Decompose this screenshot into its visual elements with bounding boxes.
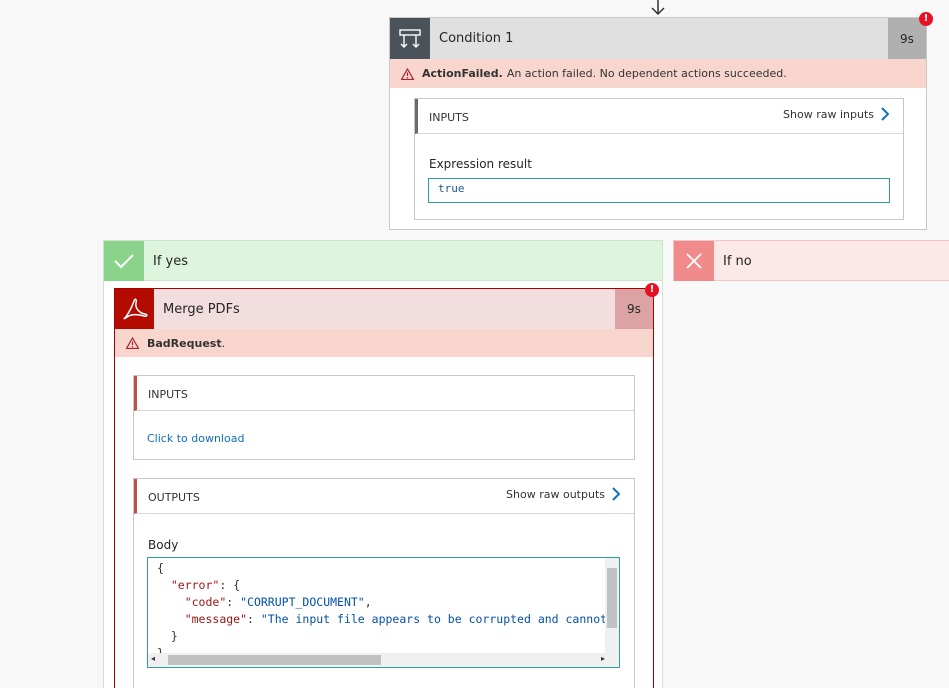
warning-icon [126,337,139,349]
merge-outputs-header[interactable]: OUTPUTS Show raw outputs [134,479,634,514]
if-yes-label: If yes [153,254,189,269]
merge-pdfs-error-banner: BadRequest. [115,329,653,357]
json-inner-close: } [170,629,178,643]
merge-pdfs-error-badge-icon: ! [645,283,659,297]
condition-header[interactable]: Condition 1 9s [390,18,926,59]
json-error-key: "error" [170,578,220,592]
body-label: Body [148,538,179,552]
chevron-right-icon [612,487,620,501]
vertical-scrollbar[interactable] [605,558,619,654]
json-message-value: "The input file appears to be corrupted … [260,612,606,626]
json-error-open: : { [219,578,241,592]
condition-card[interactable]: Condition 1 9s ! ActionFailed. An action… [389,12,933,230]
scroll-right-arrow-icon[interactable]: ▸ [601,654,605,663]
merge-pdfs-title: Merge PDFs [163,302,240,317]
adobe-acrobat-icon [115,289,154,329]
condition-error-badge-icon: ! [919,12,933,26]
expression-result-value[interactable]: true [428,178,890,203]
outputs-label: OUTPUTS [148,491,200,504]
vertical-scroll-thumb[interactable] [607,568,617,628]
show-raw-outputs-button[interactable]: Show raw outputs [506,487,620,501]
close-icon [674,241,714,281]
json-open-brace: { [157,561,164,575]
scroll-left-arrow-icon[interactable]: ◂ [151,654,155,663]
show-raw-outputs-label: Show raw outputs [506,487,605,501]
if-no-label: If no [723,254,752,269]
condition-title: Condition 1 [439,31,514,46]
condition-error-banner: ActionFailed. An action failed. No depen… [390,59,926,88]
json-message-key: "message" [184,612,248,626]
condition-icon [390,18,430,59]
checkmark-icon [104,241,144,281]
condition-inputs-header[interactable]: INPUTS Show raw inputs [415,99,903,134]
condition-inputs-section: INPUTS Show raw inputs Expression result… [414,98,904,220]
horizontal-scroll-thumb[interactable] [168,655,381,665]
click-to-download-link[interactable]: Click to download [147,432,244,445]
chevron-right-icon [881,107,889,121]
merge-pdfs-error-code: BadRequest [147,336,222,350]
body-json-viewer[interactable]: { "error": { "code": "CORRUPT_DOCUMENT",… [147,557,620,668]
warning-icon [401,67,414,80]
json-code-key: "code" [184,595,227,609]
inputs-label: INPUTS [148,388,188,401]
condition-error-code: ActionFailed. [422,67,503,80]
merge-pdfs-header[interactable]: Merge PDFs 9s [115,289,653,329]
if-yes-branch-header[interactable]: If yes [103,240,663,281]
inputs-label: INPUTS [429,111,469,124]
merge-inputs-header[interactable]: INPUTS [134,376,634,411]
merge-pdfs-error-suffix: . [221,336,226,350]
show-raw-inputs-label: Show raw inputs [783,107,874,121]
merge-inputs-section: INPUTS Click to download [133,375,635,460]
connector-arrow-icon [651,0,665,16]
show-raw-inputs-button[interactable]: Show raw inputs [783,107,889,121]
json-code-value: "CORRUPT_DOCUMENT" [240,595,365,609]
horizontal-scrollbar[interactable]: ◂ ▸ [148,653,619,667]
body-json-content: { "error": { "code": "CORRUPT_DOCUMENT",… [148,558,606,654]
expression-result-label: Expression result [429,157,532,171]
if-no-branch-header[interactable]: If no [673,240,949,281]
condition-error-message: An action failed. No dependent actions s… [506,67,787,80]
